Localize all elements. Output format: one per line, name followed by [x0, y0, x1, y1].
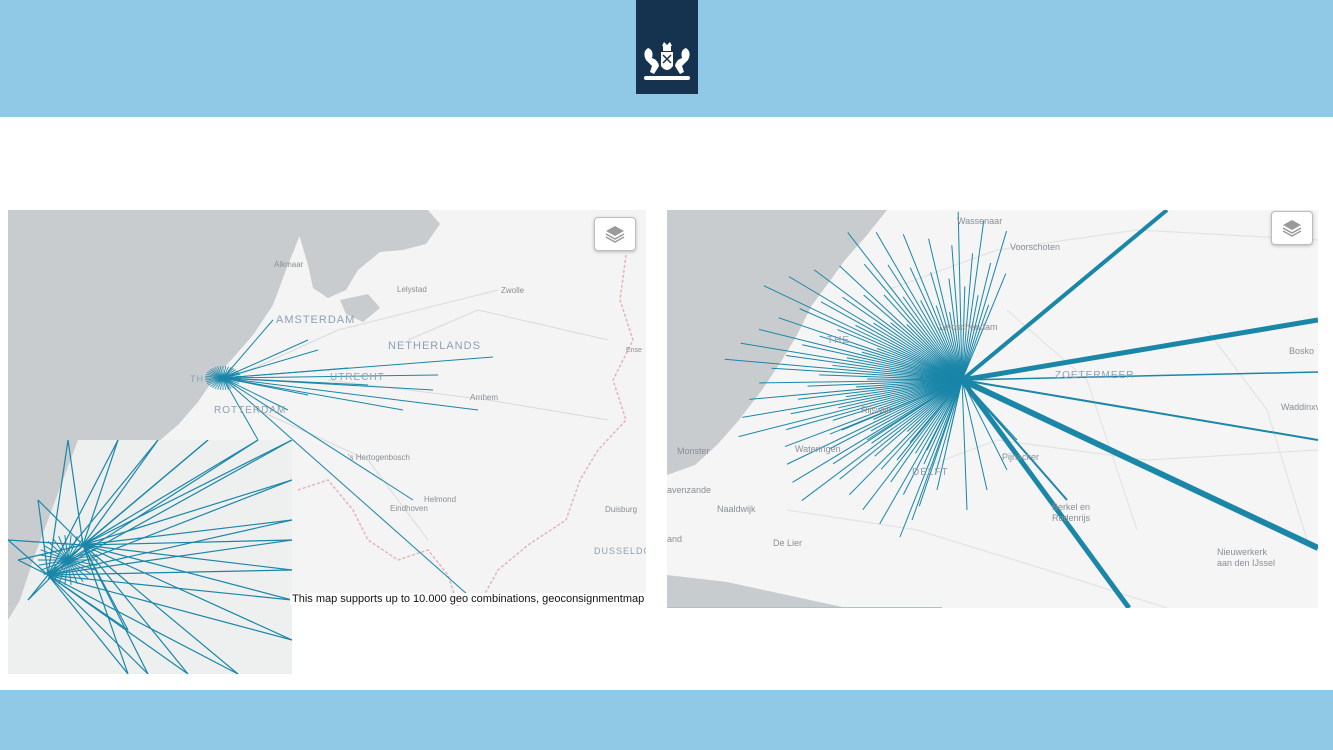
layers-button[interactable]	[594, 217, 636, 251]
map-caption: This map supports up to 10.000 geo combi…	[290, 593, 647, 605]
label-leidschendam: Leidschendam	[939, 322, 998, 332]
label-the: THE	[827, 335, 850, 346]
label-delier: De Lier	[773, 538, 802, 548]
label-alkmaar: Alkmaar	[274, 260, 304, 269]
label-wassenaar: Wassenaar	[957, 216, 1002, 226]
label-pijnacker: Pijnacker	[1002, 452, 1039, 462]
flow-line	[47, 569, 292, 576]
label-ense: Ense	[626, 347, 642, 354]
label-waddinxveen: Waddinxv	[1281, 402, 1318, 412]
label-aandenijssel: aan den IJssel	[1217, 558, 1275, 568]
flow-line	[47, 574, 239, 674]
logo	[636, 0, 698, 94]
label-rijswijk: Rijswijk	[861, 405, 891, 415]
label-den-bosch: 's Hertogenbosch	[348, 453, 410, 462]
layers-icon	[605, 226, 625, 243]
label-thehague: TH	[190, 374, 204, 384]
label-voorschoten: Voorschoten	[1010, 242, 1060, 252]
flow-line	[47, 574, 129, 674]
label-monster: Monster	[677, 446, 710, 456]
label-dusseldorf: DUSSELDO	[594, 546, 646, 556]
flow-line	[82, 479, 292, 546]
label-lelystad: Lelystad	[397, 285, 427, 294]
label-utrecht: UTRECHT	[330, 372, 385, 383]
label-rodenrijs: Rodenrijs	[1052, 513, 1091, 523]
label-helmond: Helmond	[424, 495, 456, 504]
flow-line	[47, 574, 129, 631]
flow-line	[961, 379, 1068, 501]
label-duisburg: Duisburg	[605, 505, 637, 514]
flow-line	[47, 574, 149, 674]
flow-line	[47, 574, 292, 601]
label-boskoop: Bosko	[1289, 346, 1314, 356]
royal-coat-of-arms-icon	[644, 42, 690, 80]
flow-line	[960, 210, 1169, 382]
label-wateringen: Wateringen	[795, 444, 841, 454]
layers-button[interactable]	[1271, 211, 1313, 245]
flow-line	[961, 379, 1018, 441]
label-amsterdam: AMSTERDAM	[276, 314, 355, 326]
flow-line	[82, 440, 159, 546]
label-gravenzande: avenzande	[667, 485, 711, 495]
flow-line	[82, 440, 119, 546]
map-right[interactable]: Wassenaar Voorschoten Leidschendam ZOETE…	[667, 210, 1318, 608]
footer-band	[0, 690, 1333, 750]
flow-line	[47, 440, 292, 576]
flow-line	[82, 544, 129, 631]
flow-line	[960, 377, 1318, 551]
flow-line	[961, 379, 1318, 441]
flow-line	[961, 317, 1318, 383]
sea-water-south	[667, 575, 847, 608]
label-netherlands: NETHERLANDS	[388, 340, 481, 352]
label-nieuwerkerk: Nieuwerkerk	[1217, 547, 1268, 557]
label-land: and	[667, 534, 682, 544]
label-berkel: Berkel en	[1052, 502, 1090, 512]
flow-line	[47, 440, 259, 576]
map-left-inset[interactable]	[8, 440, 292, 674]
flow-line	[27, 574, 49, 601]
map-left-inset-canvas	[8, 440, 292, 674]
layers-icon	[1282, 220, 1302, 237]
label-eindhoven: Eindhoven	[390, 504, 428, 513]
label-rotterdam: ROTTERDAM	[214, 405, 286, 416]
sea-water	[667, 210, 887, 475]
map-right-canvas: Wassenaar Voorschoten Leidschendam ZOETE…	[667, 210, 1318, 608]
flow-line	[959, 378, 1132, 608]
flow-line	[961, 220, 985, 381]
label-zoetermeer: ZOETERMEER	[1055, 370, 1134, 381]
label-naaldwijk: Naaldwijk	[717, 504, 756, 514]
flow-line	[47, 479, 292, 576]
flow-line	[67, 440, 84, 546]
label-zwolle: Zwolle	[501, 286, 525, 295]
label-arnhem: Arnhem	[470, 393, 498, 402]
label-delft: DELFT	[912, 467, 949, 478]
